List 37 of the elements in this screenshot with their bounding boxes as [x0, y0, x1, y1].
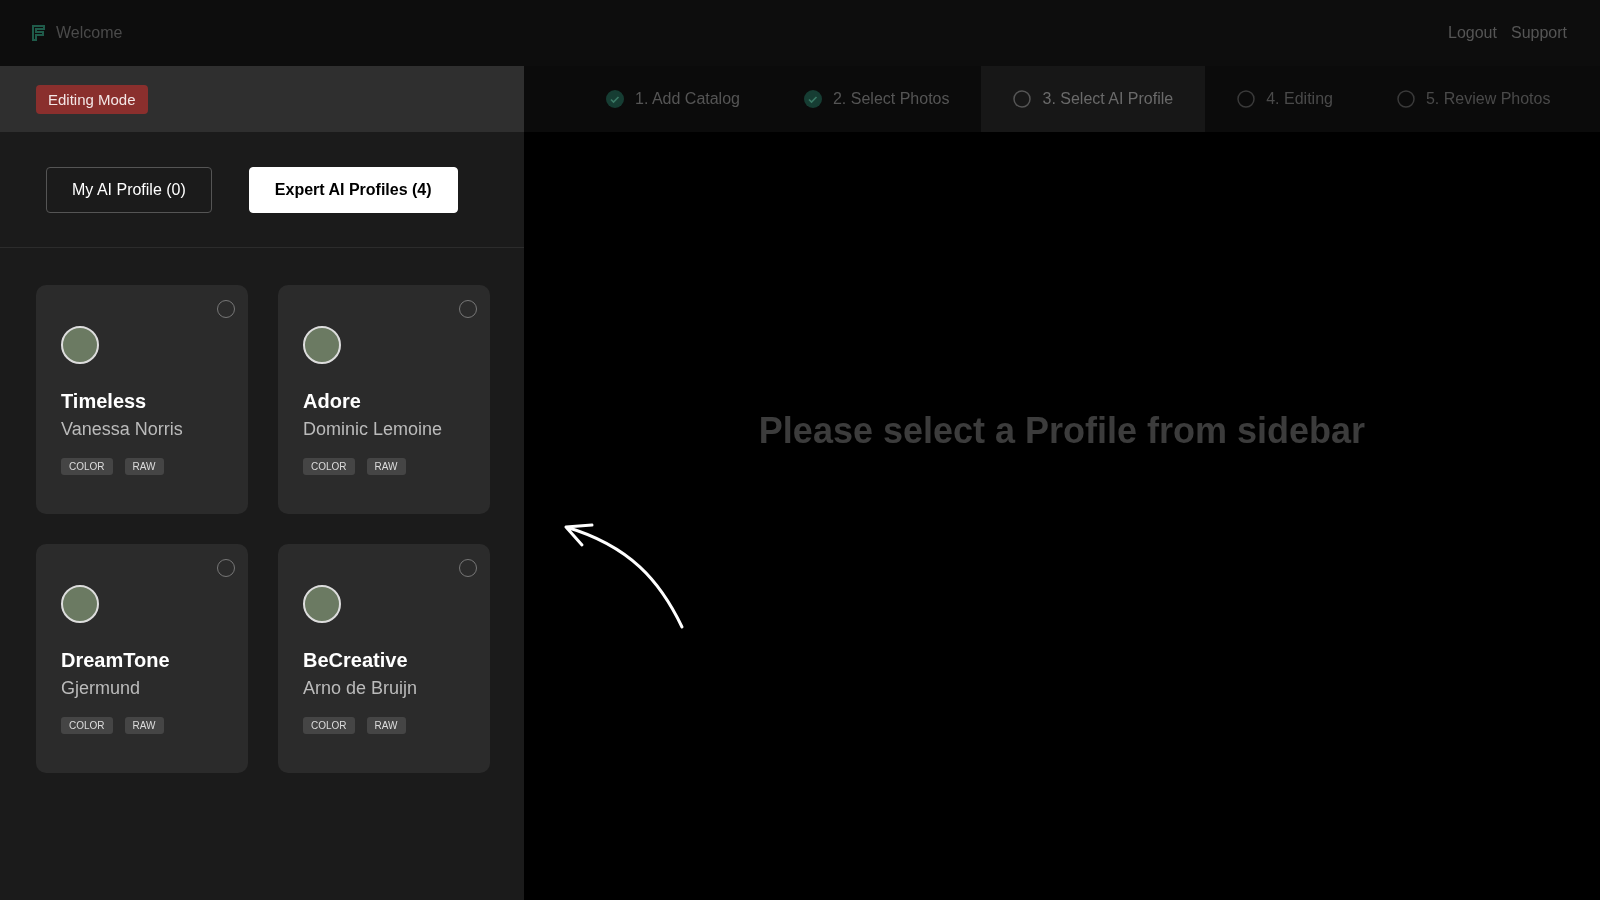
profile-card[interactable]: Adore Dominic Lemoine COLOR RAW	[278, 285, 490, 514]
profile-author: Gjermund	[61, 678, 141, 699]
tag-label: COLOR	[303, 458, 355, 475]
profile-name: Timeless	[61, 390, 147, 413]
tag-label: RAW	[366, 717, 406, 734]
tag-label: RAW	[124, 717, 164, 734]
profile-name: Adore	[303, 390, 361, 413]
avatar-placeholder	[303, 585, 341, 623]
tag-label: RAW	[124, 458, 164, 475]
avatar-placeholder	[61, 585, 99, 623]
step-tab[interactable]: 3. Select AI Profile	[981, 66, 1206, 132]
header-link[interactable]: Support	[1510, 24, 1567, 42]
tag-label: COLOR	[61, 458, 113, 475]
profile-author: Arno de Bruijn	[303, 678, 418, 699]
avatar-placeholder	[303, 326, 341, 364]
mode-badge: Editing Mode	[36, 84, 148, 114]
profile-name: BeCreative	[303, 649, 408, 672]
profile-name: DreamTone	[61, 649, 170, 672]
profile-card[interactable]: DreamTone Gjermund COLOR RAW	[36, 544, 248, 773]
tag-label: COLOR	[303, 717, 355, 734]
profile-author: Dominic Lemoine	[303, 419, 443, 440]
header-link[interactable]: Logout	[1448, 24, 1497, 42]
app-title: Welcome	[56, 24, 123, 42]
tag-label: COLOR	[61, 717, 113, 734]
profile-card[interactable]: Timeless Vanessa Norris COLOR RAW	[36, 285, 248, 514]
logo-icon	[32, 25, 46, 41]
step-tab[interactable]: 2. Select Photos	[771, 66, 982, 132]
avatar-placeholder	[61, 326, 99, 364]
tag-label: RAW	[366, 458, 406, 475]
empty-state-message: Please select a Profile from sidebar	[758, 410, 1366, 452]
step-tab[interactable]: 5. Review Photos	[1364, 66, 1583, 132]
profile-card[interactable]: BeCreative Arno de Bruijn COLOR RAW	[278, 544, 490, 773]
profile-tab[interactable]: Expert AI Profiles (4)	[248, 166, 458, 213]
profile-tab[interactable]: My AI Profile (0)	[46, 166, 212, 213]
step-tab[interactable]: 1. Add Catalog	[574, 66, 772, 132]
step-tab[interactable]: 4. Editing	[1205, 66, 1365, 132]
profile-author: Vanessa Norris	[61, 419, 183, 440]
